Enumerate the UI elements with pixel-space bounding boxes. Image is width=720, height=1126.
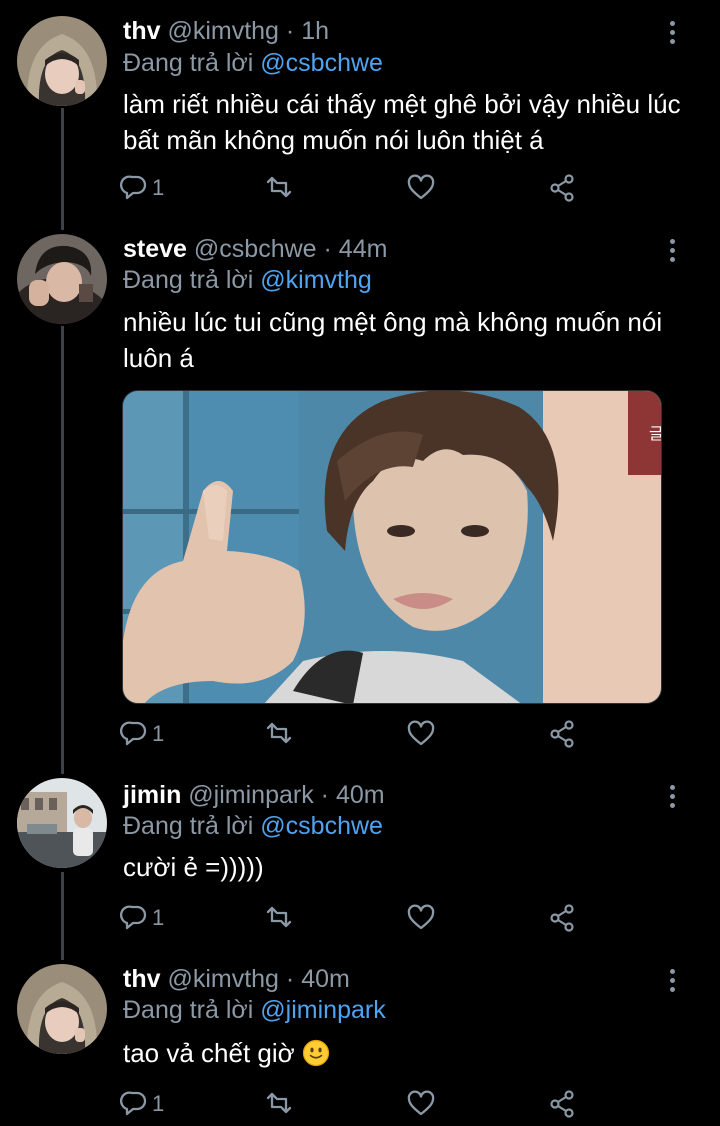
replying-to: Đang trả lời @kimvthg bbox=[123, 265, 372, 295]
display-name[interactable]: steve bbox=[123, 235, 187, 263]
like-button[interactable] bbox=[406, 1086, 436, 1122]
tweet-photo[interactable]: 글 bbox=[122, 390, 662, 704]
tweet-header: jimin @jiminpark · 40m bbox=[123, 780, 385, 810]
tweet-actions: 1 bbox=[118, 1086, 588, 1122]
share-icon bbox=[550, 720, 574, 748]
share-button[interactable] bbox=[548, 716, 578, 752]
display-name[interactable]: jimin bbox=[123, 781, 181, 809]
tweet-actions: 1 bbox=[118, 900, 588, 936]
share-icon bbox=[550, 904, 574, 932]
username[interactable]: @kimvthg bbox=[167, 965, 279, 993]
retweet-button[interactable] bbox=[262, 170, 296, 206]
reply-button[interactable]: 1 bbox=[118, 170, 164, 206]
like-icon bbox=[407, 720, 435, 746]
tweet-text: cười ẻ =))))) bbox=[123, 852, 264, 882]
like-button[interactable] bbox=[406, 170, 436, 206]
replying-to: Đang trả lời @csbchwe bbox=[123, 48, 383, 78]
tweet-text-content: tao vả chết giờ bbox=[123, 1038, 295, 1068]
retweet-icon bbox=[266, 176, 292, 198]
separator: · bbox=[285, 17, 295, 45]
tweet-header: steve @csbchwe · 44m bbox=[123, 234, 387, 264]
mention-link[interactable]: @jiminpark bbox=[260, 996, 385, 1024]
retweet-icon bbox=[266, 1092, 292, 1114]
retweet-button[interactable] bbox=[262, 900, 296, 936]
tweet-header: thv @kimvthg · 1h bbox=[123, 16, 329, 46]
share-icon bbox=[550, 1090, 574, 1118]
reply-count: 1 bbox=[152, 905, 165, 930]
avatar[interactable] bbox=[17, 16, 107, 106]
username[interactable]: @kimvthg bbox=[167, 17, 279, 45]
replying-to: Đang trả lời @csbchwe bbox=[123, 811, 383, 841]
timestamp[interactable]: 1h bbox=[301, 17, 329, 45]
share-button[interactable] bbox=[548, 170, 578, 206]
tweet-actions: 1 bbox=[118, 716, 588, 752]
avatar[interactable] bbox=[17, 964, 107, 1054]
separator: · bbox=[323, 235, 332, 263]
avatar[interactable] bbox=[17, 778, 107, 868]
reply-count: 1 bbox=[152, 721, 165, 746]
retweet-button[interactable] bbox=[262, 716, 296, 752]
tweet-actions: 1 bbox=[118, 170, 588, 206]
more-options-icon[interactable] bbox=[664, 969, 680, 999]
reply-button[interactable]: 1 bbox=[118, 1086, 164, 1122]
share-button[interactable] bbox=[548, 1086, 578, 1122]
avatar[interactable] bbox=[17, 234, 107, 324]
timestamp[interactable]: 40m bbox=[336, 781, 385, 809]
username[interactable]: @jiminpark bbox=[188, 781, 313, 809]
reply-icon bbox=[119, 721, 147, 746]
tweet[interactable]: jimin @jiminpark · 40m Đang trả lời @csb… bbox=[0, 770, 720, 950]
replying-to-label: Đang trả lời bbox=[123, 996, 254, 1024]
reply-button[interactable]: 1 bbox=[118, 716, 164, 752]
tweet-header: thv @kimvthg · 40m bbox=[123, 964, 350, 994]
reply-icon bbox=[119, 1091, 147, 1116]
share-button[interactable] bbox=[548, 900, 578, 936]
more-options-icon[interactable] bbox=[664, 785, 680, 815]
like-icon bbox=[407, 904, 435, 930]
display-name[interactable]: thv bbox=[123, 965, 161, 993]
retweet-button[interactable] bbox=[262, 1086, 296, 1122]
mention-link[interactable]: @csbchwe bbox=[260, 812, 383, 840]
separator: · bbox=[320, 781, 329, 809]
more-options-icon[interactable] bbox=[664, 239, 680, 269]
more-options-icon[interactable] bbox=[664, 21, 680, 51]
tweet[interactable]: thv @kimvthg · 1h Đang trả lời @csbchwe … bbox=[0, 0, 720, 220]
reply-count: 1 bbox=[152, 175, 165, 200]
reply-button[interactable]: 1 bbox=[118, 900, 164, 936]
username[interactable]: @csbchwe bbox=[194, 235, 317, 263]
replying-to: Đang trả lời @jiminpark bbox=[123, 995, 386, 1025]
mention-link[interactable]: @csbchwe bbox=[260, 49, 383, 77]
tweet[interactable]: thv @kimvthg · 40m Đang trả lời @jiminpa… bbox=[0, 950, 720, 1126]
tweet-text: tao vả chết giờ bbox=[123, 1035, 683, 1071]
display-name[interactable]: thv bbox=[123, 17, 161, 45]
slightly-smiling-face-icon bbox=[302, 1039, 330, 1067]
mention-link[interactable]: @kimvthg bbox=[260, 266, 372, 294]
wall-sign-text: 글 bbox=[649, 424, 662, 443]
replying-to-label: Đang trả lời bbox=[123, 266, 254, 294]
retweet-icon bbox=[266, 906, 292, 928]
replying-to-label: Đang trả lời bbox=[123, 812, 254, 840]
like-button[interactable] bbox=[406, 900, 436, 936]
reply-icon bbox=[119, 905, 147, 930]
like-button[interactable] bbox=[406, 716, 436, 752]
retweet-icon bbox=[266, 722, 292, 744]
reply-icon bbox=[119, 175, 147, 200]
share-icon bbox=[550, 174, 574, 202]
replying-to-label: Đang trả lời bbox=[123, 49, 254, 77]
like-icon bbox=[407, 174, 435, 200]
separator: · bbox=[285, 965, 295, 993]
reply-count: 1 bbox=[152, 1091, 165, 1116]
like-icon bbox=[407, 1090, 435, 1116]
timestamp[interactable]: 40m bbox=[301, 965, 350, 993]
tweet-text: làm riết nhiều cái thấy mệt ghê bởi vậy … bbox=[123, 89, 681, 155]
timestamp[interactable]: 44m bbox=[339, 235, 388, 263]
tweet-text: nhiều lúc tui cũng mệt ông mà không muốn… bbox=[123, 307, 663, 373]
